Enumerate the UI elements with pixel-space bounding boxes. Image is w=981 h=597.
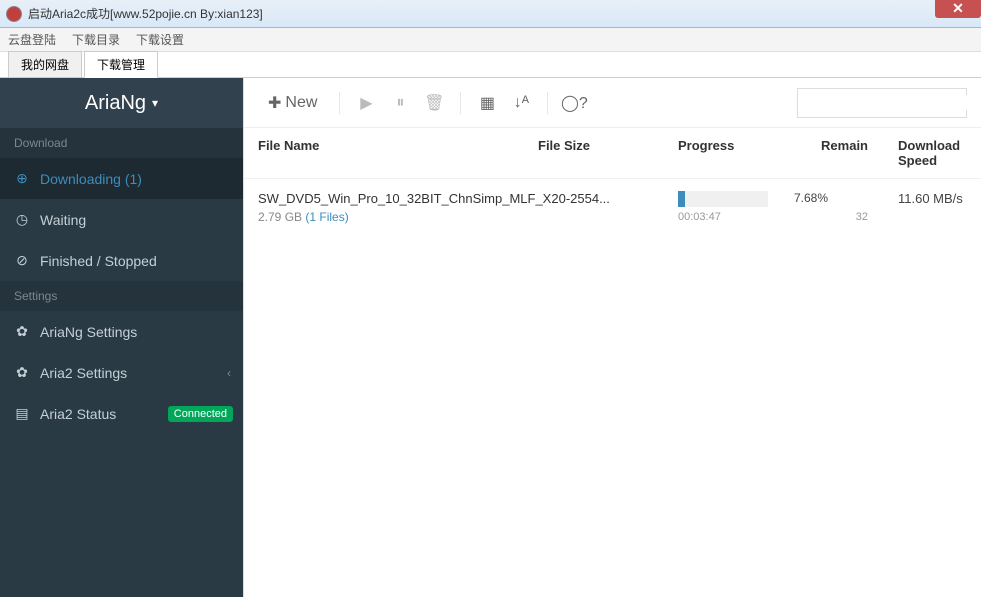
sidebar-section-download: Download [0, 128, 243, 158]
sort-button[interactable]: ↓ᴬ [507, 89, 535, 117]
progress-bar [678, 191, 768, 207]
sidebar-section-settings: Settings [0, 281, 243, 311]
col-header-remain[interactable]: Remain [778, 138, 868, 168]
download-speed: 11.60 MB/s [868, 191, 967, 206]
view-grid-button[interactable]: ▦ [473, 89, 501, 117]
file-meta: 2.79 GB (1 Files) [258, 210, 678, 224]
table-row[interactable]: SW_DVD5_Win_Pro_10_32BIT_ChnSimp_MLF_X20… [244, 179, 981, 236]
sidebar-item-label: Aria2 Status [40, 406, 116, 422]
chevron-left-icon: ‹ [227, 366, 231, 380]
search-input[interactable] [806, 95, 981, 110]
app-tabbar: 我的网盘 下载管理 [0, 52, 981, 78]
pause-button[interactable]: ⏸ [386, 89, 414, 117]
separator [547, 92, 548, 114]
new-task-button[interactable]: ✚ New [258, 87, 327, 119]
delete-button[interactable]: 🗑 [420, 89, 448, 117]
sidebar-item-finished[interactable]: ⊘ Finished / Stopped [0, 240, 243, 281]
menu-download-dir[interactable]: 下载目录 [72, 31, 120, 48]
toolbar: ✚ New ▶ ⏸ 🗑 ▦ ↓ᴬ ◯? 🔍 [244, 78, 981, 128]
status-badge-connected: Connected [168, 406, 233, 422]
elapsed-time: 00:03:47 [678, 211, 778, 223]
separator [460, 92, 461, 114]
main-content: ✚ New ▶ ⏸ 🗑 ▦ ↓ᴬ ◯? 🔍 File Name File Siz… [243, 78, 981, 597]
file-size: 2.79 GB [258, 210, 302, 224]
sidebar-item-downloading[interactable]: ⊕ Downloading (1) [0, 158, 243, 199]
separator [339, 92, 340, 114]
remain-value: 32 [778, 211, 868, 223]
col-header-speed[interactable]: Download Speed [868, 138, 967, 168]
sidebar-item-waiting[interactable]: ◷ Waiting [0, 199, 243, 240]
window-title: 启动Aria2c成功[www.52pojie.cn By:xian123] [28, 5, 263, 22]
search-box[interactable]: 🔍 [797, 88, 967, 118]
sidebar-item-label: Aria2 Settings [40, 365, 127, 381]
download-icon: ⊕ [14, 170, 30, 187]
new-label: New [285, 94, 317, 112]
col-header-filesize[interactable]: File Size [538, 138, 678, 168]
window-titlebar: 启动Aria2c成功[www.52pojie.cn By:xian123] ✕ [0, 0, 981, 28]
gear-icon: ✿ [14, 323, 30, 340]
table-header: File Name File Size Progress Remain Down… [244, 128, 981, 179]
play-button[interactable]: ▶ [352, 89, 380, 117]
menu-download-settings[interactable]: 下载设置 [136, 31, 184, 48]
file-name: SW_DVD5_Win_Pro_10_32BIT_ChnSimp_MLF_X20… [258, 191, 618, 206]
clock-icon: ◷ [14, 211, 30, 228]
app-icon [6, 6, 22, 22]
menu-cloud-login[interactable]: 云盘登陆 [8, 31, 56, 48]
app-menubar: 云盘登陆 下载目录 下载设置 [0, 28, 981, 52]
help-button[interactable]: ◯? [560, 89, 588, 117]
sidebar-item-label: Waiting [40, 212, 86, 228]
sidebar: AriaNg ▾ Download ⊕ Downloading (1) ◷ Wa… [0, 78, 243, 597]
files-count-link[interactable]: (1 Files) [305, 210, 348, 224]
sidebar-item-label: AriaNg Settings [40, 324, 137, 340]
brand-logo[interactable]: AriaNg ▾ [0, 78, 243, 128]
col-header-filename[interactable]: File Name [258, 138, 538, 168]
sidebar-item-label: Finished / Stopped [40, 253, 157, 269]
progress-percent: 7.68% [794, 191, 828, 205]
col-header-progress[interactable]: Progress [678, 138, 778, 168]
chevron-down-icon: ▾ [152, 96, 158, 110]
plus-icon: ✚ [268, 93, 281, 113]
brand-text: AriaNg [85, 92, 146, 115]
sidebar-item-aria2-status[interactable]: ▤ Aria2 Status Connected [0, 393, 243, 434]
window-close-button[interactable]: ✕ [935, 0, 981, 18]
server-icon: ▤ [14, 405, 30, 422]
progress-fill [678, 191, 685, 207]
gear-icon: ✿ [14, 364, 30, 381]
tab-my-netdisk[interactable]: 我的网盘 [8, 51, 82, 77]
sidebar-item-ariang-settings[interactable]: ✿ AriaNg Settings [0, 311, 243, 352]
sidebar-item-aria2-settings[interactable]: ✿ Aria2 Settings ‹ [0, 352, 243, 393]
sidebar-item-label: Downloading (1) [40, 171, 142, 187]
tab-download-manage[interactable]: 下载管理 [84, 51, 158, 78]
check-icon: ⊘ [14, 252, 30, 269]
